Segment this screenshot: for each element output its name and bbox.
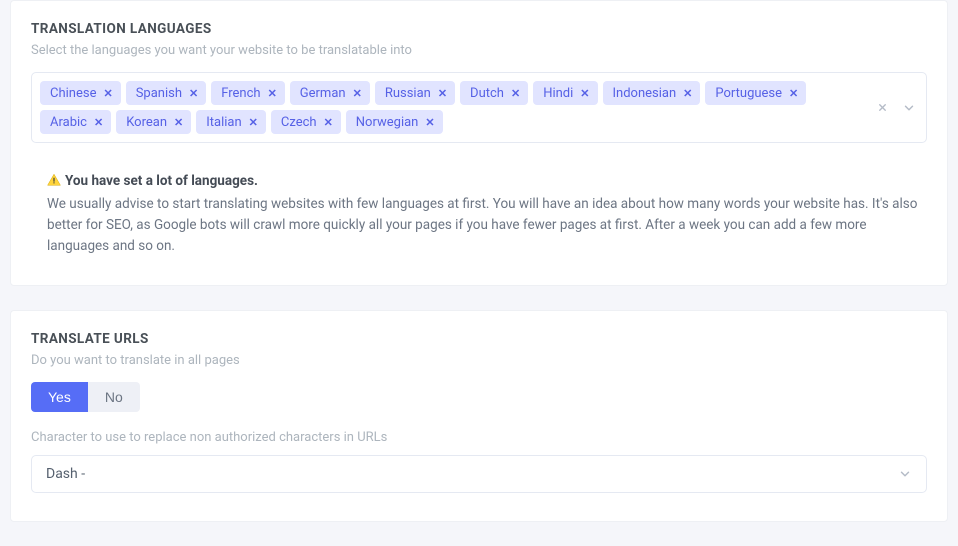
language-tag-label: French	[221, 87, 260, 100]
section-subtitle: Select the languages you want your websi…	[31, 43, 927, 58]
remove-language-icon[interactable]: ✕	[789, 88, 798, 99]
language-tag-label: Spanish	[136, 87, 182, 100]
remove-language-icon[interactable]: ✕	[324, 117, 333, 128]
warning-heading: You have set a lot of languages.	[65, 173, 258, 189]
language-tag: Italian ✕	[196, 110, 266, 134]
url-char-label: Character to use to replace non authoriz…	[31, 430, 927, 445]
chevron-down-icon	[898, 467, 912, 481]
url-char-select[interactable]: Dash -	[31, 455, 927, 493]
remove-language-icon[interactable]: ✕	[425, 117, 434, 128]
language-tag: Norwegian ✕	[346, 110, 443, 134]
warning-body: We usually advise to start translating w…	[47, 194, 919, 257]
language-tag-label: German	[300, 87, 346, 100]
select-value: Dash -	[46, 466, 85, 482]
clear-all-icon[interactable]	[877, 102, 888, 113]
language-multiselect[interactable]: Chinese✕Spanish✕French✕German✕Russian✕Du…	[31, 72, 927, 143]
remove-language-icon[interactable]: ✕	[683, 88, 692, 99]
language-tag-label: Russian	[385, 87, 431, 100]
no-button[interactable]: No	[88, 382, 140, 412]
language-tag: Spanish ✕	[126, 81, 207, 105]
language-tag-label: Chinese	[50, 87, 96, 100]
language-tag: Arabic ✕	[40, 110, 111, 134]
language-tag-label: Korean	[126, 116, 167, 129]
remove-language-icon[interactable]: ✕	[438, 88, 447, 99]
section-title: TRANSLATE URLS	[31, 331, 927, 347]
language-tag-label: Dutch	[470, 87, 504, 100]
section-title: TRANSLATION LANGUAGES	[31, 21, 927, 37]
translate-urls-card: TRANSLATE URLS Do you want to translate …	[10, 310, 948, 522]
warning-icon	[47, 173, 61, 194]
language-tag-label: Indonesian	[613, 87, 677, 100]
remove-language-icon[interactable]: ✕	[94, 117, 103, 128]
language-tag: Czech ✕	[271, 110, 341, 134]
remove-language-icon[interactable]: ✕	[511, 88, 520, 99]
language-tag: Russian ✕	[375, 81, 455, 105]
remove-language-icon[interactable]: ✕	[103, 88, 112, 99]
chevron-down-icon[interactable]	[902, 101, 916, 115]
language-tag: Hindi ✕	[533, 81, 597, 105]
language-tag: Dutch ✕	[460, 81, 528, 105]
remove-language-icon[interactable]: ✕	[580, 88, 589, 99]
remove-language-icon[interactable]: ✕	[189, 88, 198, 99]
language-tag-label: Czech	[281, 116, 317, 129]
remove-language-icon[interactable]: ✕	[249, 117, 258, 128]
language-tag-label: Hindi	[543, 87, 573, 100]
remove-language-icon[interactable]: ✕	[268, 88, 277, 99]
translation-languages-card: TRANSLATION LANGUAGES Select the languag…	[10, 0, 948, 286]
language-tag-label: Arabic	[50, 116, 87, 129]
language-tag: Chinese ✕	[40, 81, 121, 105]
yes-button[interactable]: Yes	[31, 382, 88, 412]
section-subtitle: Do you want to translate in all pages	[31, 353, 927, 368]
language-tag: Indonesian ✕	[603, 81, 701, 105]
language-tag: German ✕	[290, 81, 370, 105]
language-tag: Korean ✕	[116, 110, 191, 134]
language-tag: Portuguese ✕	[705, 81, 806, 105]
remove-language-icon[interactable]: ✕	[174, 117, 183, 128]
warning-message: You have set a lot of languages. We usua…	[47, 171, 919, 257]
language-tag: French ✕	[211, 81, 285, 105]
language-tag-label: Italian	[206, 116, 241, 129]
language-tag-label: Norwegian	[356, 116, 419, 129]
translate-urls-toggle: Yes No	[31, 382, 140, 412]
remove-language-icon[interactable]: ✕	[353, 88, 362, 99]
language-tag-label: Portuguese	[715, 87, 782, 100]
